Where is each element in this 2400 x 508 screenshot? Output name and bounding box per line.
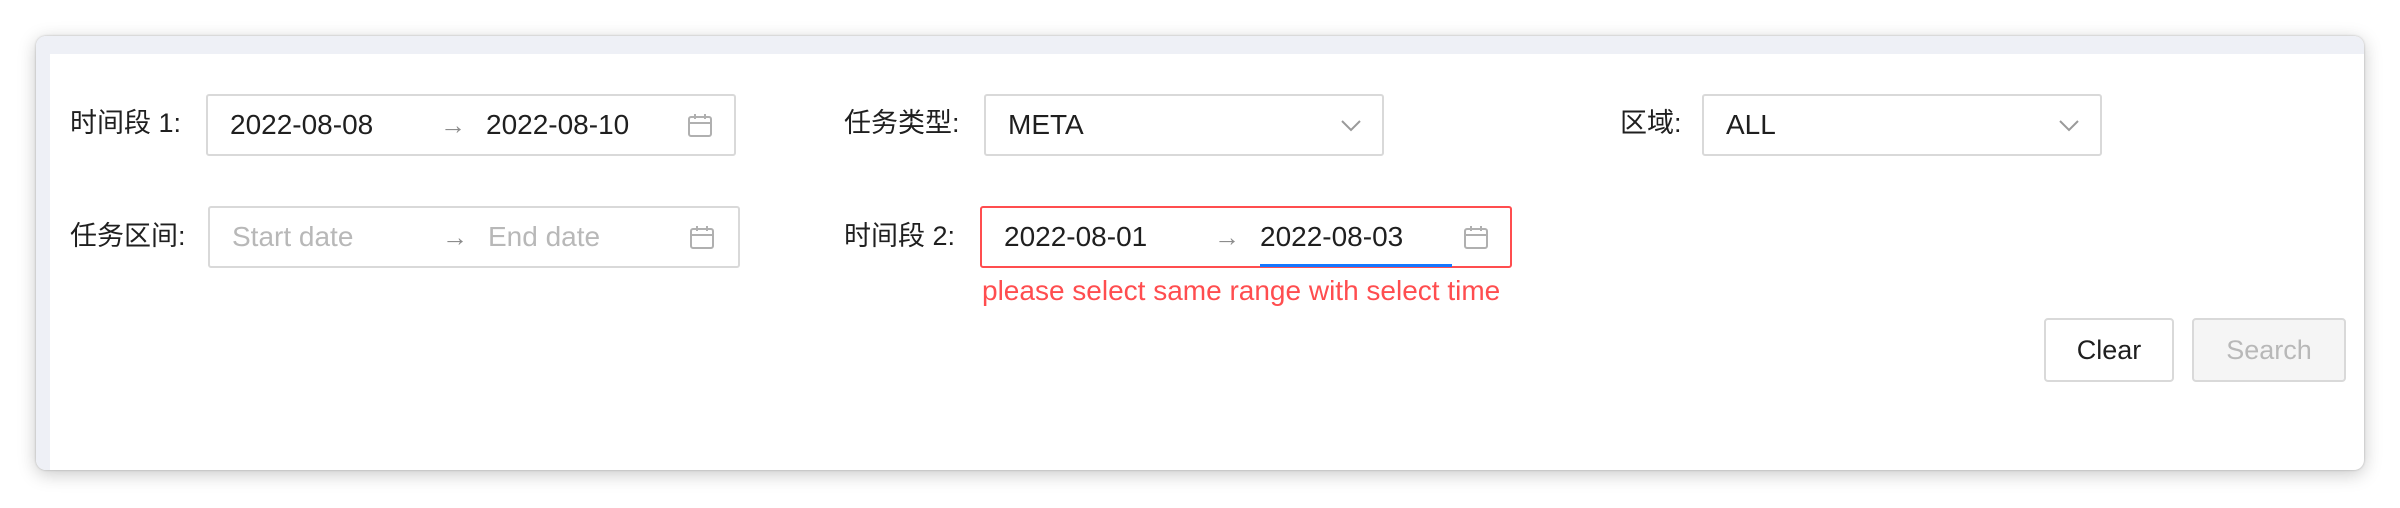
search-button[interactable]: Search xyxy=(2192,318,2346,382)
region-label: 区域: xyxy=(1620,108,1682,138)
task-type-select[interactable]: META xyxy=(984,94,1384,156)
panel-left-strip xyxy=(36,36,50,470)
region-select[interactable]: ALL xyxy=(1702,94,2102,156)
region-value: ALL xyxy=(1726,109,1776,140)
period2-label: 时间段 2: xyxy=(844,221,956,251)
period2-end-input[interactable]: 2022-08-03 xyxy=(1260,222,1403,252)
period1-start-input[interactable]: 2022-08-08 xyxy=(230,110,373,140)
range-arrow-icon: → xyxy=(442,222,468,252)
range-arrow-icon: → xyxy=(440,110,466,140)
active-input-underline xyxy=(1260,264,1452,267)
calendar-icon[interactable] xyxy=(686,112,714,140)
calendar-icon[interactable] xyxy=(1462,224,1490,252)
period2-range-picker[interactable]: 2022-08-01 → 2022-08-03 xyxy=(980,206,1512,268)
chevron-down-icon xyxy=(1341,120,1361,132)
period2-start-input[interactable]: 2022-08-01 xyxy=(1004,222,1147,252)
task-range-start-input[interactable]: Start date xyxy=(232,222,353,252)
task-range-end-input[interactable]: End date xyxy=(488,222,600,252)
task-type-label: 任务类型: xyxy=(844,108,960,138)
range-arrow-icon: → xyxy=(1214,222,1240,252)
period1-range-picker[interactable]: 2022-08-08 → 2022-08-10 xyxy=(206,94,736,156)
calendar-icon[interactable] xyxy=(688,224,716,252)
filter-panel: 时间段 1: 2022-08-08 → 2022-08-10 任务类型: MET… xyxy=(36,36,2364,470)
task-range-label: 任务区间: xyxy=(70,221,186,251)
panel-top-strip xyxy=(36,36,2364,54)
task-range-picker[interactable]: Start date → End date xyxy=(208,206,740,268)
period1-label: 时间段 1: xyxy=(70,108,182,138)
period2-error-message: please select same range with select tim… xyxy=(982,275,1501,306)
chevron-down-icon xyxy=(2059,120,2079,132)
clear-button[interactable]: Clear xyxy=(2044,318,2174,382)
task-type-value: META xyxy=(1008,109,1084,140)
period1-end-input[interactable]: 2022-08-10 xyxy=(486,110,629,140)
